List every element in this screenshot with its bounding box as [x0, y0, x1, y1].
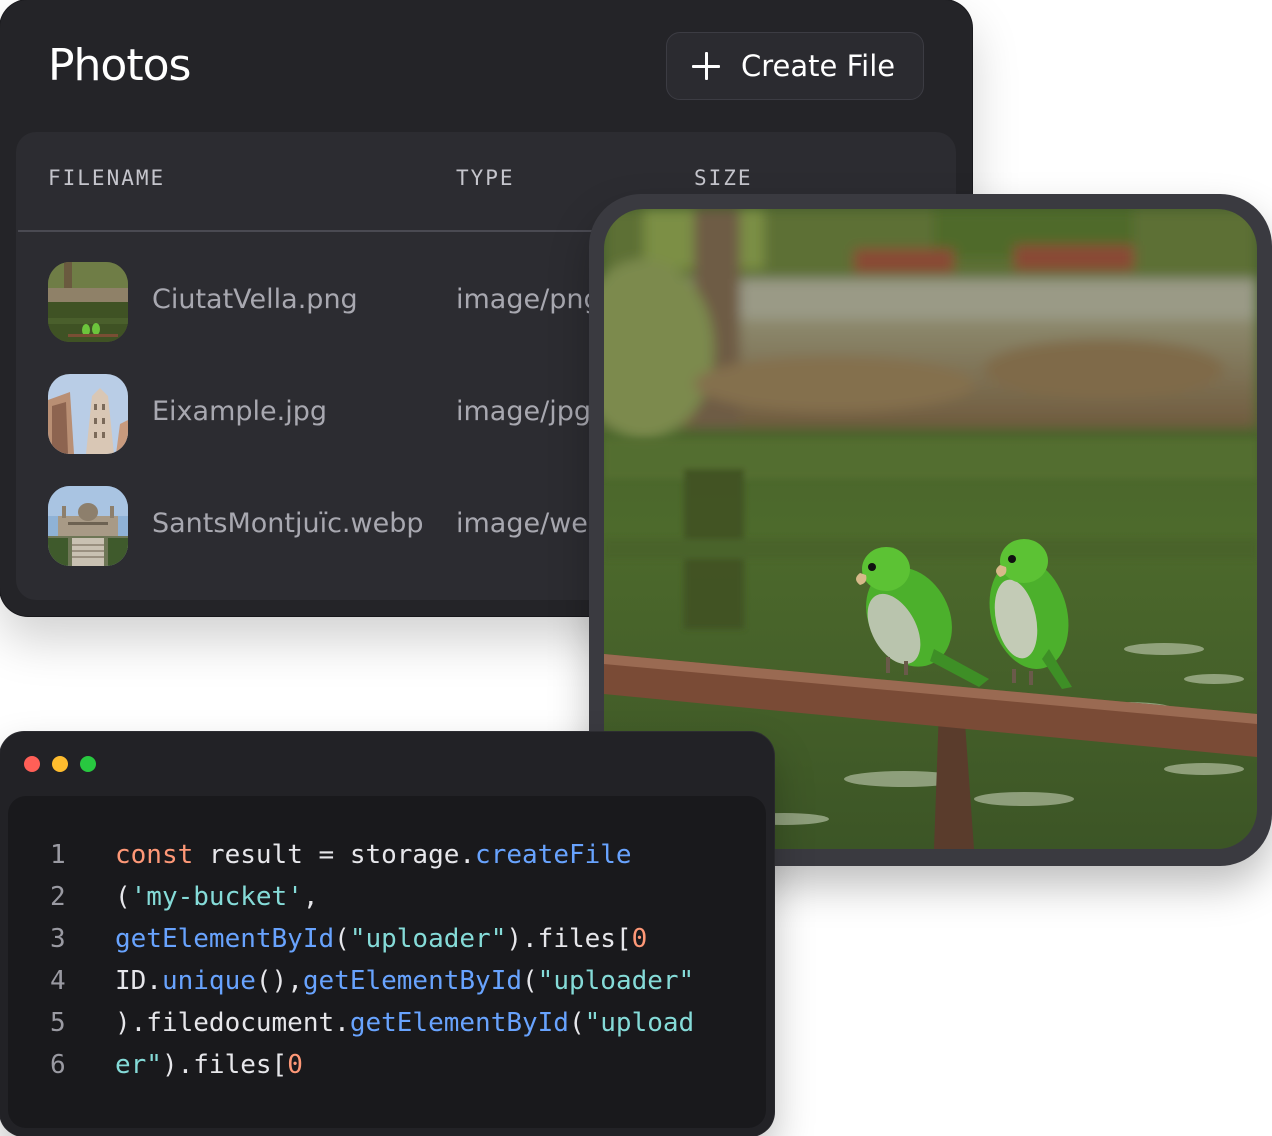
line-number: 1: [50, 840, 66, 870]
code-token: getElementById: [115, 924, 335, 954]
window-close-button[interactable]: [24, 756, 40, 772]
page-title: Photos: [48, 40, 191, 91]
code-token: getElementById: [349, 1008, 569, 1038]
code-token: ID.: [115, 966, 162, 996]
line-number: 3: [50, 924, 66, 954]
code-token: "uploader": [349, 924, 507, 954]
code-token: result = storage.: [193, 840, 476, 870]
column-header-size[interactable]: SIZE: [694, 166, 753, 190]
code-token: ).filedocument.: [115, 1008, 350, 1038]
file-thumbnail: [48, 486, 128, 566]
code-token: 0: [287, 1050, 303, 1080]
buildings-thumbnail-image: [48, 374, 128, 454]
file-thumbnail: [48, 374, 128, 454]
code-token: 0: [631, 924, 648, 954]
code-token: getElementById: [302, 966, 523, 996]
column-header-filename[interactable]: FILENAME: [48, 166, 165, 190]
code-text: ID.unique(),getElementById("uploader": [115, 966, 694, 996]
code-text: ).filedocument.getElementById("upload: [115, 1008, 694, 1038]
code-text: const result = storage.createFile: [115, 840, 632, 870]
plus-icon: [691, 51, 721, 81]
code-token: (: [568, 1008, 585, 1038]
code-text: getElementById("uploader").files[0: [115, 924, 647, 954]
column-header-type[interactable]: TYPE: [456, 166, 515, 190]
code-token: const: [115, 840, 194, 870]
code-token: er": [115, 1050, 162, 1080]
code-token: "upload: [584, 1008, 695, 1038]
file-type: image/png: [456, 284, 601, 315]
file-name: Eixample.jpg: [152, 396, 327, 427]
code-token: (: [334, 924, 350, 954]
code-token: "uploader": [537, 966, 695, 996]
create-file-label: Create File: [741, 49, 896, 83]
code-token: createFile: [475, 840, 632, 870]
code-token: (: [522, 966, 538, 996]
code-token: ,: [302, 882, 319, 912]
file-name: CiutatVella.png: [152, 284, 358, 315]
code-token: unique: [161, 966, 256, 996]
window-maximize-button[interactable]: [80, 756, 96, 772]
palace-thumbnail-image: [48, 486, 128, 566]
code-window: 1 const result = storage.createFile 2 ('my-…: [0, 732, 774, 1136]
file-thumbnail: [48, 262, 128, 342]
line-number: 5: [50, 1008, 66, 1038]
line-number: 4: [50, 966, 66, 996]
window-minimize-button[interactable]: [52, 756, 68, 772]
code-token: 'my-bucket': [130, 882, 303, 912]
line-number: 2: [50, 882, 66, 912]
code-editor[interactable]: 1 const result = storage.createFile 2 ('my-…: [8, 796, 766, 1128]
code-token: (),: [255, 966, 303, 996]
code-token: ).files[: [161, 1050, 288, 1080]
code-token: ).files[: [506, 924, 632, 954]
line-number: 6: [50, 1050, 66, 1080]
code-token: (: [115, 882, 131, 912]
park-thumbnail-image: [48, 262, 128, 342]
create-file-button[interactable]: Create File: [666, 32, 924, 100]
file-type: image/jpg: [456, 396, 591, 427]
code-text: er").files[0: [115, 1050, 303, 1080]
code-text: ('my-bucket',: [115, 882, 319, 912]
file-name: SantsMontjuïc.webp: [152, 508, 424, 539]
